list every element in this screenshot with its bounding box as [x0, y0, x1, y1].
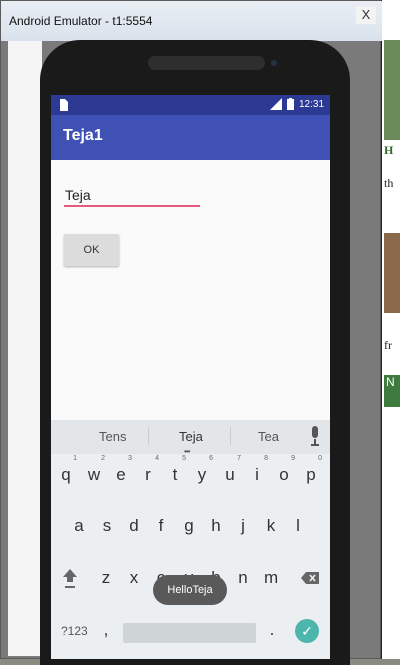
key-m[interactable]: m: [264, 568, 278, 588]
key-j[interactable]: j: [236, 516, 250, 536]
suggestion-divider: [230, 427, 231, 445]
desktop-photo: [384, 233, 400, 313]
suggestion-right[interactable]: Tea: [258, 429, 279, 444]
suggestion-divider: [148, 427, 149, 445]
desktop-green-button: N: [384, 375, 400, 407]
key-number-hint: 2: [101, 455, 105, 462]
window-titlebar[interactable]: Android Emulator - t1:5554 X: [1, 1, 382, 41]
key-p[interactable]: p0: [304, 455, 322, 485]
signal-icon: [270, 98, 282, 110]
key-n[interactable]: n: [236, 568, 250, 588]
key-label: q: [61, 465, 71, 484]
key-g[interactable]: g: [182, 516, 196, 536]
shift-icon[interactable]: [63, 569, 77, 589]
battery-icon: [287, 98, 294, 110]
status-bar: 12:31: [51, 95, 330, 115]
soft-keyboard: Tens Teja Tea ••• q1 w2 e3 r4 t5 y6 u7 i…: [51, 420, 330, 659]
key-s[interactable]: s: [100, 516, 114, 536]
key-u[interactable]: u7: [223, 455, 241, 485]
key-q[interactable]: q1: [59, 455, 77, 485]
key-l[interactable]: l: [291, 516, 305, 536]
key-label: r: [145, 465, 151, 484]
key-f[interactable]: f: [154, 516, 168, 536]
ok-button[interactable]: OK: [64, 234, 119, 266]
check-icon: ✓: [301, 623, 313, 639]
emulator-frame-right: [347, 41, 375, 656]
phone-speaker: [148, 56, 265, 70]
key-e[interactable]: e3: [114, 455, 132, 485]
key-number-hint: 0: [318, 455, 322, 462]
suggestion-strip: Tens Teja Tea •••: [51, 420, 330, 456]
key-i[interactable]: i8: [250, 455, 268, 485]
key-w[interactable]: w2: [87, 455, 105, 485]
key-label: w: [87, 465, 101, 484]
suggestion-left[interactable]: Tens: [99, 429, 126, 444]
key-d[interactable]: d: [127, 516, 141, 536]
period-key[interactable]: .: [267, 620, 277, 640]
app-title: Teja1: [63, 127, 103, 144]
space-bar[interactable]: [123, 623, 256, 643]
key-z[interactable]: z: [99, 568, 113, 588]
phone-screen: 12:31 Teja1 Teja OK Tens Teja Tea ••• q1…: [51, 95, 330, 659]
key-number-hint: 7: [237, 455, 241, 462]
key-number-hint: 8: [264, 455, 268, 462]
text-input-value: Teja: [65, 187, 91, 203]
desktop-text-h: H: [384, 143, 394, 157]
app-bar: Teja1: [51, 115, 330, 160]
key-label: y: [197, 465, 207, 484]
toast-message: HelloTeja: [153, 575, 227, 605]
key-h[interactable]: h: [209, 516, 223, 536]
symbols-key[interactable]: ?123: [61, 624, 88, 638]
text-input-underline: [64, 205, 200, 207]
key-y[interactable]: y6: [195, 455, 213, 485]
key-number-hint: 9: [291, 455, 295, 462]
suggestion-middle[interactable]: Teja: [179, 429, 203, 444]
desktop-text-fr: fr: [384, 338, 392, 352]
key-r[interactable]: r4: [141, 455, 159, 485]
backspace-icon[interactable]: [301, 572, 319, 584]
key-number-hint: 5: [182, 455, 186, 462]
text-input[interactable]: Teja: [64, 185, 200, 207]
key-x[interactable]: x: [127, 568, 141, 588]
desktop-right-strip: H th fr N: [381, 0, 400, 659]
key-a[interactable]: a: [72, 516, 86, 536]
enter-button[interactable]: ✓: [295, 619, 319, 643]
desktop-text-th: th: [384, 176, 394, 190]
status-time: 12:31: [299, 99, 325, 110]
key-number-hint: 6: [209, 455, 213, 462]
desktop-green-block: [384, 40, 400, 140]
emulator-frame-left: [8, 41, 42, 656]
key-number-hint: 3: [128, 455, 132, 462]
key-number-hint: 4: [155, 455, 159, 462]
key-label: o: [279, 465, 289, 484]
mic-icon[interactable]: [310, 426, 320, 446]
sim-card-icon: [60, 99, 68, 111]
key-label: t: [172, 465, 178, 484]
phone-camera: [271, 60, 277, 66]
key-label: e: [116, 465, 126, 484]
window-title: Android Emulator - t1:5554: [9, 14, 153, 28]
key-label: p: [306, 465, 316, 484]
key-k[interactable]: k: [264, 516, 278, 536]
key-label: u: [225, 465, 235, 484]
comma-key[interactable]: ,: [101, 620, 111, 640]
key-number-hint: 1: [73, 455, 77, 462]
key-label: i: [255, 465, 259, 484]
key-t[interactable]: t5: [168, 455, 186, 485]
key-o[interactable]: o9: [277, 455, 295, 485]
close-icon[interactable]: X: [356, 6, 376, 24]
